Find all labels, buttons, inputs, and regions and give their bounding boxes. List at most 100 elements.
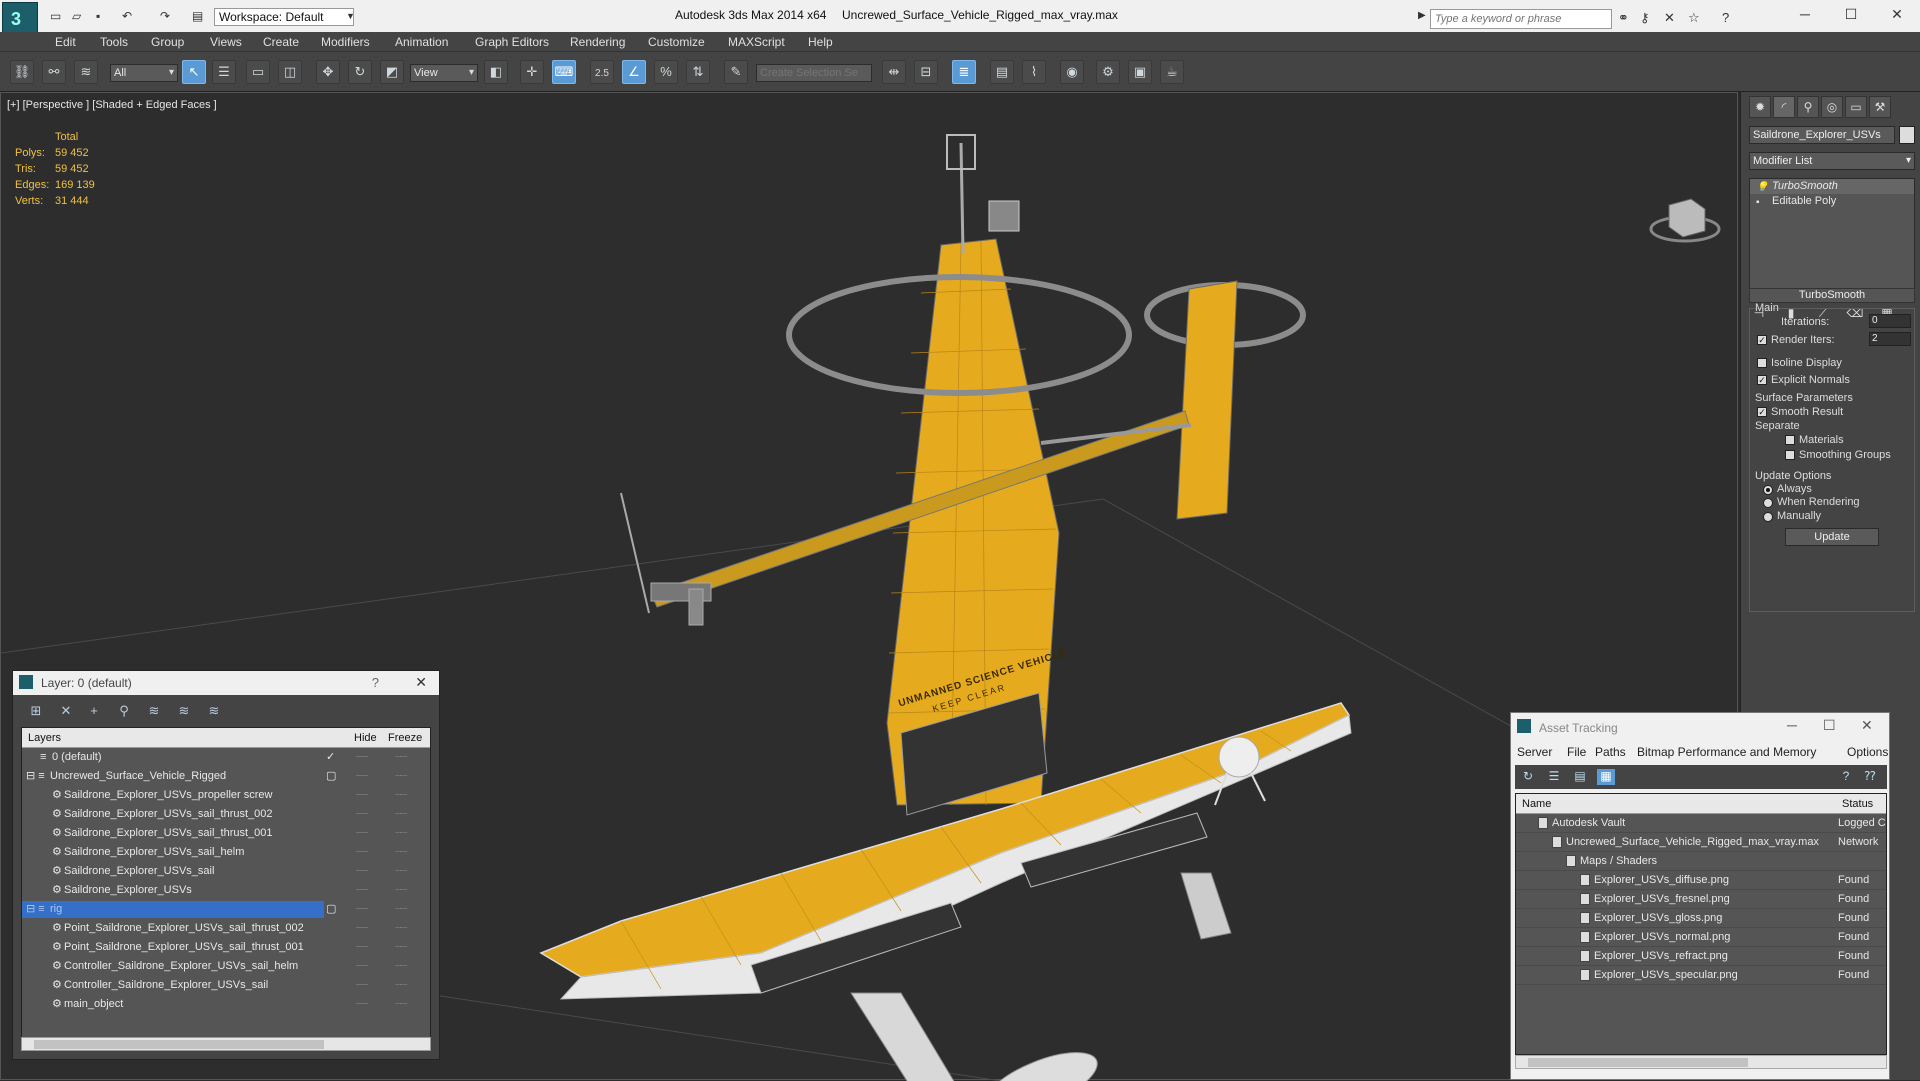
layer-name-cell[interactable]: ⚙ Saildrone_Explorer_USVs_sail_helm [22,844,324,861]
freeze-toggle[interactable]: ┈┈ [395,748,407,767]
menu-rendering[interactable]: Rendering [570,35,625,49]
layer-name-cell[interactable]: ⚙ Point_Saildrone_Explorer_USVs_sail_thru… [22,939,324,956]
object-name-field[interactable]: Saildrone_Explorer_USVs [1749,126,1895,144]
help-icon[interactable]: ? [1722,10,1729,25]
hide-toggle[interactable]: ┈┈ [356,748,368,767]
hide-toggle[interactable]: ┈┈ [356,767,368,786]
status-column-header[interactable]: Status [1842,798,1873,810]
menu-server[interactable]: Server [1517,745,1552,759]
key-icon[interactable]: ⚷ [1640,10,1650,26]
help-icon[interactable]: ? [372,675,379,690]
menu-modifiers[interactable]: Modifiers [321,35,370,49]
layer-row[interactable]: ⚙ Saildrone_Explorer_USVs_sail_thrust_002… [22,805,430,824]
hide-all-icon[interactable]: ≋ [173,703,195,721]
layer-name-cell[interactable]: ⚙ Controller_Saildrone_Explorer_USVs_sail [22,977,324,994]
utilities-tab-icon[interactable]: ⚒ [1869,96,1891,118]
smoothing-groups-checkbox[interactable] [1785,450,1795,460]
hierarchy-tab-icon[interactable]: ⚲ [1797,96,1819,118]
explicit-normals-checkbox[interactable]: ✓ [1757,375,1767,385]
angle-snap-icon[interactable]: ∠ [622,60,646,84]
hide-column-header[interactable]: Hide [354,732,377,744]
favorites-star-icon[interactable]: ☆ [1688,10,1700,26]
menu-paths[interactable]: Paths [1595,745,1626,759]
iterations-spinner[interactable]: 0 [1869,314,1911,328]
menu-create[interactable]: Create [263,35,299,49]
grid-view-icon[interactable]: ▦ [1597,769,1615,785]
menu-edit[interactable]: Edit [55,35,76,49]
layers-column-header[interactable]: Layers [28,732,61,744]
freeze-toggle[interactable]: ┈┈ [395,767,407,786]
chevron-down-icon[interactable]: ▼ [346,11,362,25]
freeze-column-header[interactable]: Freeze [388,732,422,744]
name-column-header[interactable]: Name [1522,798,1551,810]
menu-maxscript[interactable]: MAXScript [728,35,785,49]
layer-row[interactable]: ≡ 0 (default) ✓ ┈┈ ┈┈ [22,748,430,767]
current-layer-indicator[interactable]: ✓ [326,748,336,767]
freeze-toggle[interactable]: ┈┈ [395,881,407,900]
asset-row[interactable]: Autodesk Vault Logged C [1516,814,1886,833]
keyboard-shortcut-toggle-icon[interactable]: ⌨ [552,60,576,84]
freeze-toggle[interactable]: ┈┈ [395,900,407,919]
layer-name-cell[interactable]: ⚙ Point_Saildrone_Explorer_USVs_sail_thru… [22,920,324,937]
freeze-toggle[interactable]: ┈┈ [395,976,407,995]
freeze-toggle[interactable]: ┈┈ [395,824,407,843]
project-folder-icon[interactable]: ▤ [192,9,208,23]
layer-name-cell[interactable]: ⚙ Saildrone_Explorer_USVs_sail_thrust_002 [22,806,324,823]
layer-name-cell[interactable]: ⚙ main_object [22,996,324,1013]
close-icon[interactable]: ✕ [415,674,427,691]
save-file-icon[interactable]: ▪ [96,9,112,23]
render-iters-spinner[interactable]: 2 [1869,332,1911,346]
hide-toggle[interactable]: ┈┈ [356,957,368,976]
binoculars-icon[interactable]: ⚭ [1618,10,1629,26]
menu-graph-editors[interactable]: Graph Editors [475,35,549,49]
pivot-center-icon[interactable]: ◧ [484,60,508,84]
hide-toggle[interactable]: ┈┈ [356,976,368,995]
scale-icon[interactable]: ◩ [380,60,404,84]
horizontal-scrollbar[interactable] [1515,1055,1887,1069]
material-editor-icon[interactable]: ◉ [1060,60,1084,84]
hide-toggle[interactable]: ┈┈ [356,824,368,843]
layer-name-cell[interactable]: ⊟ ≡ Uncrewed_Surface_Vehicle_Rigged [22,768,324,785]
asset-row[interactable]: Uncrewed_Surface_Vehicle_Rigged_max_vray… [1516,833,1886,852]
layer-row[interactable]: ⚙ Saildrone_Explorer_USVs_propeller screw… [22,786,430,805]
delete-layer-icon[interactable]: ✕ [55,703,77,721]
ref-coord-dropdown[interactable]: View [410,64,478,82]
edit-named-selection-icon[interactable]: ✎ [724,60,748,84]
freeze-toggle[interactable]: ┈┈ [395,995,407,1014]
help-context-icon[interactable]: ⁇ [1861,769,1879,785]
open-file-icon[interactable]: ▱ [72,9,88,23]
spinner-snap-icon[interactable]: ⇅ [686,60,710,84]
stack-item-turbosmooth[interactable]: 💡 TurboSmooth [1750,179,1914,194]
hide-toggle[interactable]: ┈┈ [356,786,368,805]
freeze-all-icon[interactable]: ≋ [203,703,225,721]
scrollbar-thumb[interactable] [1528,1058,1748,1067]
refresh-icon[interactable]: ↻ [1519,769,1537,785]
hide-toggle[interactable]: ┈┈ [356,995,368,1014]
menu-animation[interactable]: Animation [395,35,448,49]
menu-file[interactable]: File [1567,745,1586,759]
layer-row[interactable]: ⚙ Controller_Saildrone_Explorer_USVs_sail… [22,957,430,976]
hide-toggle[interactable]: ┈┈ [356,805,368,824]
layer-name-cell[interactable]: ⚙ Controller_Saildrone_Explorer_USVs_sail… [22,958,324,975]
add-to-layer-icon[interactable]: + [83,703,105,721]
rendered-frame-icon[interactable]: ▣ [1128,60,1152,84]
undo-icon[interactable]: ↶ [122,9,138,23]
select-manipulate-icon[interactable]: ✛ [520,60,544,84]
current-layer-indicator[interactable]: ▢ [326,900,336,919]
motion-tab-icon[interactable]: ◎ [1821,96,1843,118]
minimize-button[interactable]: ─ [1787,717,1797,733]
materials-checkbox[interactable] [1785,435,1795,445]
layer-row[interactable]: ⊟ ≡ Uncrewed_Surface_Vehicle_Rigged ▢ ┈┈ ┈┈ [22,767,430,786]
layer-dialog-titlebar[interactable]: Layer: 0 (default) ? ✕ [13,671,439,695]
freeze-toggle[interactable]: ┈┈ [395,786,407,805]
select-by-name-icon[interactable]: ☰ [212,60,236,84]
rect-selection-icon[interactable]: ▭ [246,60,270,84]
layer-row[interactable]: ⊟ ≡ rig ▢ ┈┈ ┈┈ [22,900,430,919]
create-layer-icon[interactable]: ⊞ [25,703,47,721]
close-button[interactable]: ✕ [1882,6,1912,23]
hide-toggle[interactable]: ┈┈ [356,938,368,957]
minimize-button[interactable]: ─ [1790,6,1820,22]
smooth-result-checkbox[interactable]: ✓ [1757,407,1767,417]
render-iters-checkbox[interactable]: ✓ [1757,335,1767,345]
layer-name-cell[interactable]: ⊟ ≡ rig [22,901,324,918]
